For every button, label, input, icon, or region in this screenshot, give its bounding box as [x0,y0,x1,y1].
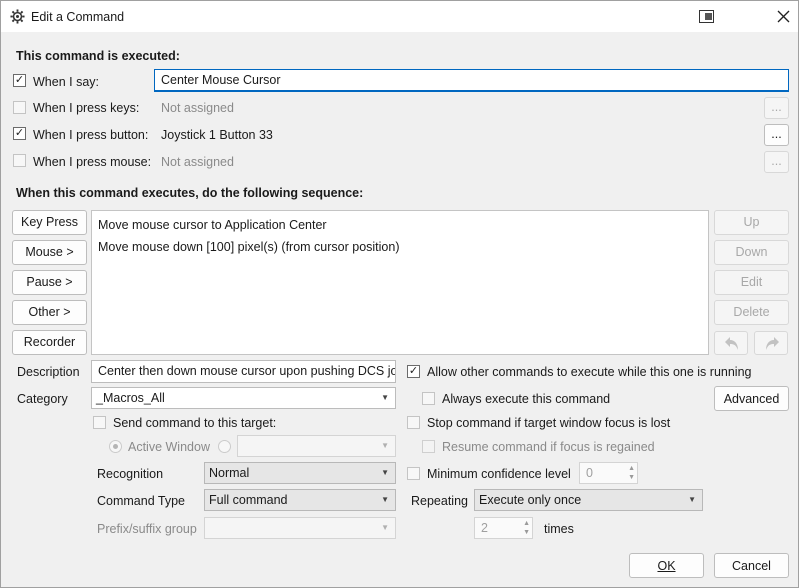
chevron-down-icon: ▼ [381,393,389,402]
allow-other-checkbox[interactable]: ✓ [407,365,420,378]
gear-icon [10,9,25,24]
category-label: Category [17,392,68,406]
min-confidence-label: Minimum confidence level [427,467,571,481]
when-button-button[interactable]: ... [764,124,789,146]
redo-icon [766,337,779,350]
when-mouse-label: When I press mouse: [33,155,152,169]
always-execute-checkbox[interactable] [422,392,435,405]
pause-button[interactable]: Pause > [12,270,87,295]
sequence-heading: When this command executes, do the follo… [16,186,364,200]
when-button-label: When I press button: [33,128,149,142]
ok-button[interactable]: OK [629,553,704,578]
active-window-radio[interactable] [109,440,122,453]
recorder-button-label: Recorder [23,335,76,349]
advanced-button[interactable]: Advanced [714,386,789,411]
edit-button[interactable]: Edit [714,270,789,295]
chevron-down-icon: ▼ [381,468,389,477]
when-mouse-value: Not assigned [161,155,234,169]
chevron-up-icon[interactable]: ▲ [523,519,530,528]
pause-button-label: Pause > [26,275,73,289]
cancel-button-label: Cancel [732,559,771,573]
redo-button[interactable] [754,331,788,355]
target-window-select[interactable]: ▼ [237,435,396,457]
when-button-checkbox[interactable]: ✓ [13,127,26,140]
close-icon[interactable] [777,10,790,23]
min-confidence-value: 0 [586,466,593,480]
up-button[interactable]: Up [714,210,789,235]
repeating-select-value: Execute only once [479,493,582,507]
chevron-down-icon[interactable]: ▼ [523,528,530,537]
restore-window-icon[interactable] [699,10,714,23]
undo-icon [725,337,738,350]
mouse-button[interactable]: Mouse > [12,240,87,265]
command-type-label: Command Type [97,494,186,508]
when-say-checkbox[interactable]: ✓ [13,74,26,87]
times-stepper[interactable]: 2 ▲ ▼ [474,517,533,539]
chevron-down-icon: ▼ [381,495,389,504]
window-title: Edit a Command [31,10,125,24]
repeating-label: Repeating [411,494,468,508]
prefix-suffix-select[interactable]: ▼ [204,517,396,539]
chevron-down-icon: ▼ [381,441,389,450]
edit-command-dialog: Edit a Command This command is executed:… [0,0,799,588]
send-target-checkbox[interactable] [93,416,106,429]
key-press-button-label: Key Press [21,215,78,229]
target-window-radio[interactable] [218,440,231,453]
description-label: Description [17,365,80,379]
prefix-suffix-label: Prefix/suffix group [97,522,197,536]
min-confidence-stepper[interactable]: 0 ▲ ▼ [579,462,638,484]
down-button[interactable]: Down [714,240,789,265]
list-item[interactable]: Move mouse cursor to Application Center [98,217,327,233]
send-target-label: Send command to this target: [113,416,277,430]
when-button-value: Joystick 1 Button 33 [161,128,273,142]
always-execute-label: Always execute this command [442,392,611,406]
mouse-button-label: Mouse > [25,245,74,259]
times-value: 2 [481,521,488,535]
when-say-input[interactable]: Center Mouse Cursor [154,69,789,92]
when-mouse-checkbox[interactable] [13,154,26,167]
title-bar: Edit a Command [1,1,798,32]
chevron-down-icon: ▼ [688,495,696,504]
recognition-select-value: Normal [209,466,250,480]
min-confidence-checkbox[interactable] [407,467,420,480]
recorder-button[interactable]: Recorder [12,330,87,355]
executed-heading: This command is executed: [16,49,180,63]
undo-button[interactable] [714,331,748,355]
category-select-value: _Macros_All [96,391,165,405]
chevron-down-icon: ▼ [381,523,389,532]
resume-focus-label: Resume command if focus is regained [442,440,655,454]
repeating-select[interactable]: Execute only once ▼ [474,489,703,511]
sequence-list[interactable]: Move mouse cursor to Application Center … [91,210,709,355]
times-label: times [544,522,574,536]
chevron-down-icon[interactable]: ▼ [628,473,635,482]
recognition-select[interactable]: Normal ▼ [204,462,396,484]
when-keys-button[interactable]: ... [764,97,789,119]
when-keys-checkbox[interactable] [13,101,26,114]
command-type-select-value: Full command [209,493,288,507]
command-type-select[interactable]: Full command ▼ [204,489,396,511]
stop-focus-checkbox[interactable] [407,416,420,429]
ok-button-label: OK [657,559,676,573]
when-say-label: When I say: [33,75,99,89]
category-select[interactable]: _Macros_All ▼ [91,387,396,409]
other-button[interactable]: Other > [12,300,87,325]
allow-other-label: Allow other commands to execute while th… [427,365,752,379]
other-button-label: Other > [28,305,71,319]
when-keys-label: When I press keys: [33,101,140,115]
chevron-up-icon[interactable]: ▲ [628,464,635,473]
description-input[interactable]: Center then down mouse cursor upon pushi… [91,360,396,383]
delete-button[interactable]: Delete [714,300,789,325]
when-mouse-button[interactable]: ... [764,151,789,173]
list-item[interactable]: Move mouse down [100] pixel(s) (from cur… [98,239,400,255]
recognition-label: Recognition [97,467,164,481]
key-press-button[interactable]: Key Press [12,210,87,235]
when-keys-value: Not assigned [161,101,234,115]
resume-focus-checkbox[interactable] [422,440,435,453]
stop-focus-label: Stop command if target window focus is l… [427,416,671,430]
cancel-button[interactable]: Cancel [714,553,789,578]
active-window-label: Active Window [128,440,210,454]
